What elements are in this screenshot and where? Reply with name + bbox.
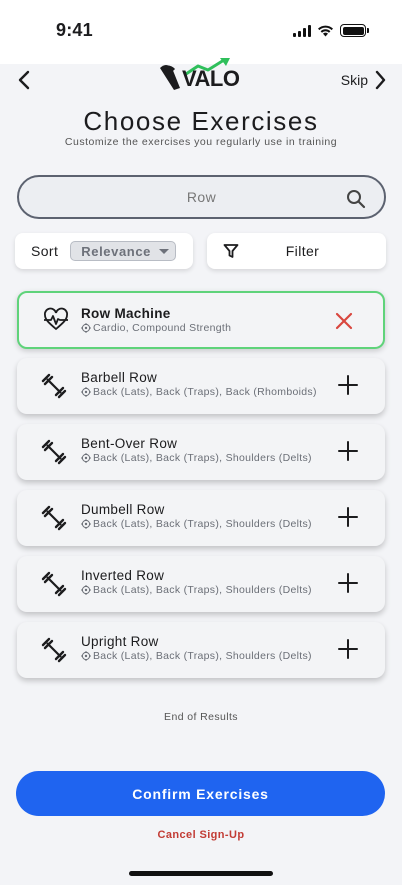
battery-icon [340, 24, 369, 37]
skip-label: Skip [340, 72, 368, 88]
filter-label: Filter [285, 243, 320, 259]
exercise-muscles: Back (Lats), Back (Traps), Shoulders (De… [81, 650, 312, 662]
exercise-card-upright-row[interactable]: Upright Row Back (Lats), Back (Traps), S… [17, 622, 385, 678]
exercise-name: Upright Row [81, 634, 159, 649]
chevron-down-icon [159, 249, 169, 254]
target-icon [81, 585, 91, 595]
dumbbell-icon [41, 571, 67, 597]
exercise-name: Dumbell Row [81, 502, 165, 517]
sort-selected-value: Relevance [81, 243, 152, 259]
wifi-icon [318, 25, 333, 37]
heart-rate-icon [44, 307, 68, 331]
dumbbell-icon [41, 637, 67, 663]
exercise-muscles-text: Cardio, Compound Strength [93, 322, 232, 334]
valo-logo: VALO [158, 56, 242, 96]
search-icon[interactable] [346, 189, 366, 209]
dumbbell-icon [41, 373, 67, 399]
chevron-right-icon [375, 70, 386, 90]
confirm-exercises-button[interactable]: Confirm Exercises [16, 771, 385, 816]
home-indicator[interactable] [129, 871, 273, 876]
back-button[interactable] [12, 68, 36, 92]
exercise-muscles-text: Back (Lats), Back (Traps), Back (Rhomboi… [93, 386, 317, 398]
exercise-name: Row Machine [81, 306, 171, 321]
logo-text: VALO [182, 66, 240, 91]
dumbbell-icon [41, 439, 67, 465]
add-icon[interactable] [337, 440, 359, 462]
page-subtitle: Customize the exercises you regularly us… [64, 136, 338, 148]
cancel-sign-up-link[interactable]: Cancel Sign-Up [0, 829, 402, 841]
end-of-results-text: End of Results [164, 711, 238, 723]
exercise-card-barbell-row[interactable]: Barbell Row Back (Lats), Back (Traps), B… [17, 358, 385, 414]
sort-control: Sort Relevance [15, 233, 193, 269]
exercise-name: Bent-Over Row [81, 436, 178, 451]
exercise-name: Barbell Row [81, 370, 158, 385]
exercise-muscles-text: Back (Lats), Back (Traps), Shoulders (De… [93, 650, 312, 662]
exercise-card-inverted-row[interactable]: Inverted Row Back (Lats), Back (Traps), … [17, 556, 385, 612]
filter-button[interactable]: Filter [207, 233, 386, 269]
exercise-muscles: Back (Lats), Back (Traps), Shoulders (De… [81, 452, 312, 464]
exercise-card-row-machine[interactable]: Row Machine Cardio, Compound Strength [17, 291, 385, 349]
add-icon[interactable] [337, 638, 359, 660]
exercise-muscles: Back (Lats), Back (Traps), Shoulders (De… [81, 518, 312, 530]
target-icon [81, 519, 91, 529]
exercise-card-bent-over-row[interactable]: Bent-Over Row Back (Lats), Back (Traps),… [17, 424, 385, 480]
status-icons [293, 24, 369, 37]
add-icon[interactable] [337, 374, 359, 396]
exercise-muscles-text: Back (Lats), Back (Traps), Shoulders (De… [93, 584, 312, 596]
skip-button[interactable]: Skip [341, 68, 386, 92]
remove-icon[interactable] [333, 310, 355, 332]
status-time: 9:41 [56, 20, 93, 40]
exercise-muscles: Cardio, Compound Strength [81, 322, 231, 334]
exercise-muscles: Back (Lats), Back (Traps), Shoulders (De… [81, 584, 312, 596]
signal-icon [293, 24, 311, 37]
exercise-muscles-text: Back (Lats), Back (Traps), Shoulders (De… [93, 452, 312, 464]
target-icon [81, 387, 91, 397]
add-icon[interactable] [337, 506, 359, 528]
search-input[interactable]: Row [17, 175, 386, 219]
search-value: Row [186, 189, 217, 205]
dumbbell-icon [41, 505, 67, 531]
exercise-name: Inverted Row [81, 568, 165, 583]
target-icon [81, 453, 91, 463]
add-icon[interactable] [337, 572, 359, 594]
exercise-card-dumbell-row[interactable]: Dumbell Row Back (Lats), Back (Traps), S… [17, 490, 385, 546]
status-bar: 9:41 [0, 0, 402, 64]
page-title: Choose Exercises [83, 106, 319, 136]
target-icon [81, 651, 91, 661]
target-icon [81, 323, 91, 333]
chevron-left-icon [18, 70, 30, 90]
exercise-muscles: Back (Lats), Back (Traps), Back (Rhomboi… [81, 386, 317, 398]
sort-label: Sort [31, 243, 59, 259]
exercise-muscles-text: Back (Lats), Back (Traps), Shoulders (De… [93, 518, 312, 530]
